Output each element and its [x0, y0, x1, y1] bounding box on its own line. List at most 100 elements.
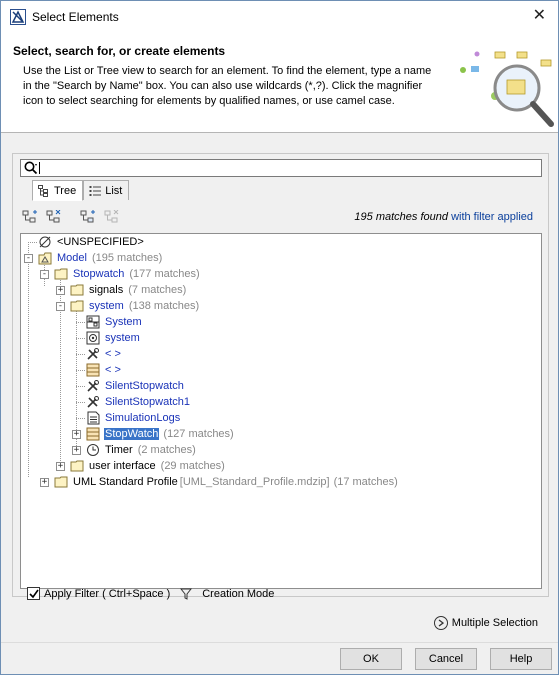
tree-item-matches: (177 matches) [129, 268, 200, 280]
tree-item-stopwatch-class[interactable]: StopWatch (127 matches) [85, 426, 234, 442]
funnel-icon[interactable] [180, 588, 193, 600]
select-elements-dialog: Select Elements ✕ Select, search for, or… [0, 0, 559, 675]
tree-item-simulationlogs[interactable]: SimulationLogs [85, 410, 181, 426]
app-icon [10, 8, 26, 25]
collapse-selected-icon [103, 209, 121, 225]
tree-item-label: Timer [105, 444, 133, 456]
dialog-footer: OK Cancel Help [1, 642, 558, 674]
content-area: Tree List 195 matches found with filter … [1, 133, 558, 643]
tree-item-unspecified[interactable]: <UNSPECIFIED> [37, 234, 145, 250]
dialog-header: Select, search for, or create elements U… [1, 32, 558, 133]
tool-icon [85, 394, 101, 410]
tree-item-matches: (127 matches) [163, 428, 234, 440]
tree-item-system-block[interactable]: System [85, 314, 143, 330]
expand-toggle-stopwatch-class[interactable]: + [72, 430, 81, 439]
timer-icon [85, 442, 101, 458]
collapse-toggle-system[interactable]: - [56, 302, 65, 311]
apply-filter-label[interactable]: Apply Filter ( Ctrl+Space ) [44, 588, 170, 600]
tree-item-stopwatch[interactable]: Stopwatch (177 matches) [53, 266, 200, 282]
tab-tree[interactable]: Tree [32, 180, 84, 201]
tree-item-label: signals [89, 284, 124, 296]
check-icon [28, 589, 39, 598]
multiple-selection-toggle[interactable]: Multiple Selection [433, 616, 538, 630]
list-view-icon [89, 185, 102, 196]
close-icon[interactable]: ✕ [533, 8, 546, 24]
tree-item-label: SimulationLogs [105, 412, 181, 424]
class-icon [85, 362, 101, 378]
tree-item-label: Stopwatch [73, 268, 125, 280]
cancel-button[interactable]: Cancel [415, 648, 477, 670]
tree-item-label: SilentStopwatch1 [105, 396, 190, 408]
tree-item-uml-standard-profile[interactable]: UML Standard Profile [UML_Standard_Profi… [53, 474, 398, 490]
collapse-toggle-stopwatch[interactable]: - [40, 270, 49, 279]
magnifier-icon[interactable] [24, 161, 38, 175]
tree-item-label: System [105, 316, 142, 328]
header-description: Use the List or Tree view to search for … [23, 65, 432, 107]
magnifier-illustration-icon [460, 51, 554, 127]
expand-toggle-signals[interactable]: + [56, 286, 65, 295]
tree-item-silentstopwatch[interactable]: SilentStopwatch [85, 378, 185, 394]
document-icon [85, 410, 101, 426]
tree-item-system-package[interactable]: system (138 matches) [69, 298, 199, 314]
tree-item-matches: (7 matches) [128, 284, 187, 296]
unspecified-icon [37, 234, 53, 250]
tree-item-unnamed-class[interactable]: < > [85, 362, 122, 378]
expand-toggle-user-interface[interactable]: + [56, 462, 65, 471]
tree-item-model[interactable]: Model (195 matches) [37, 250, 162, 266]
chevron-right-icon [433, 616, 448, 630]
apply-filter-checkbox[interactable] [27, 587, 40, 600]
tree-item-timer[interactable]: Timer (2 matches) [85, 442, 196, 458]
tab-tree-label: Tree [54, 184, 77, 197]
text-caret [39, 162, 40, 174]
expand-toggle-uml-profile[interactable]: + [40, 478, 49, 487]
tool-icon [85, 346, 101, 362]
search-input[interactable] [20, 159, 542, 177]
tree-item-label: Model [57, 252, 87, 264]
tree-item-label: < > [105, 348, 121, 360]
tree-item-matches: (138 matches) [128, 300, 200, 312]
collapse-all-icon[interactable] [45, 209, 63, 225]
tree-item-signals[interactable]: signals (7 matches) [69, 282, 186, 298]
package-icon [69, 298, 85, 314]
filter-applied-text: with filter applied [451, 211, 533, 223]
tree-item-label: system [89, 300, 124, 312]
tree-item-matches: (29 matches) [160, 460, 225, 472]
collapse-toggle-model[interactable]: - [24, 254, 33, 263]
tree-item-label: StopWatch [104, 428, 160, 440]
search-panel: Tree List 195 matches found with filter … [12, 153, 549, 597]
package-icon [53, 474, 69, 490]
tree-item-matches: (195 matches) [91, 252, 163, 264]
package-icon [53, 266, 69, 282]
expand-all-icon[interactable] [21, 209, 39, 225]
expand-selected-icon[interactable] [79, 209, 97, 225]
ok-button[interactable]: OK [340, 648, 402, 670]
tree-item-label: system [105, 332, 140, 344]
tree-item-unnamed-tool[interactable]: < > [85, 346, 122, 362]
tree-item-user-interface[interactable]: user interface (29 matches) [69, 458, 225, 474]
tree-toolbar [21, 209, 127, 225]
creation-mode-label[interactable]: Creation Mode [202, 588, 274, 600]
multiple-selection-label: Multiple Selection [451, 617, 538, 629]
tree-item-matches: (2 matches) [137, 444, 196, 456]
match-count: 195 matches found with filter applied [354, 211, 533, 223]
view-tabs: Tree List [32, 180, 130, 201]
package-icon [69, 282, 85, 298]
tree-item-path: [UML_Standard_Profile.mdzip] [179, 476, 330, 488]
diagram-icon [85, 330, 101, 346]
class-icon [85, 426, 101, 442]
package-icon [69, 458, 85, 474]
tree-item-label: < > [105, 364, 121, 376]
tree-view-icon [38, 184, 48, 197]
tree-item-system-diagram[interactable]: system [85, 330, 141, 346]
tree-item-label: SilentStopwatch [105, 380, 184, 392]
match-count-text: 195 matches found [354, 211, 448, 223]
tree-item-label: UML Standard Profile [73, 476, 178, 488]
header-title: Select, search for, or create elements [13, 44, 226, 58]
tree-item-label: user interface [89, 460, 156, 472]
model-icon [37, 250, 53, 266]
tab-list[interactable]: List [83, 180, 130, 200]
help-button[interactable]: Help [490, 648, 552, 670]
tree-item-silentstopwatch1[interactable]: SilentStopwatch1 [85, 394, 191, 410]
expand-toggle-timer[interactable]: + [72, 446, 81, 455]
apply-filter-row: Apply Filter ( Ctrl+Space ) Creation Mod… [27, 587, 274, 600]
